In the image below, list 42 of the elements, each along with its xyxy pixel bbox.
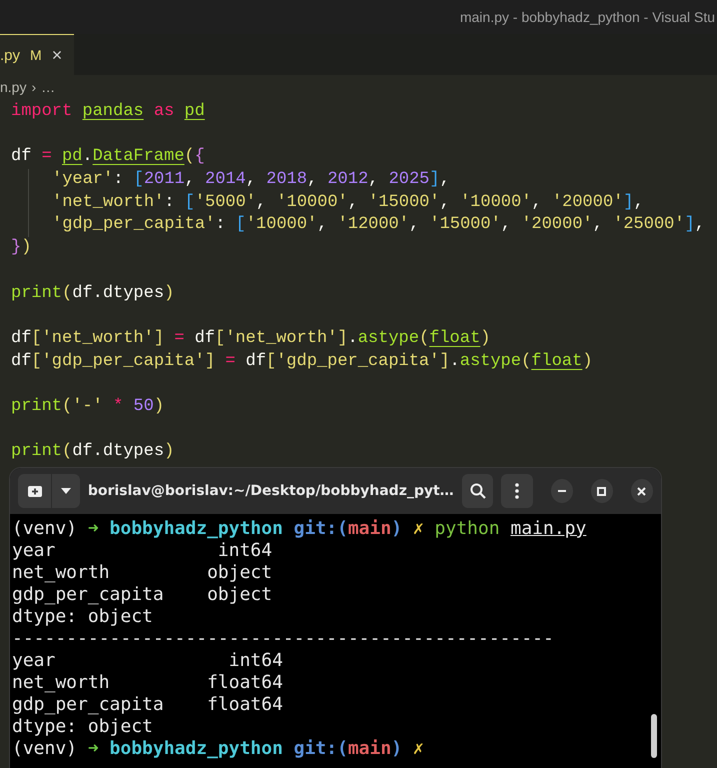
modified-label: M [30, 47, 42, 63]
new-tab-button[interactable] [18, 474, 52, 508]
terminal-title: borislav@borislav:~/Desktop/bobbyhadz_pyt… [88, 483, 454, 499]
code-line: df['net_worth'] = df['net_worth'].astype(float) [11, 328, 492, 350]
terminal-line: -------------------------------------------------- [12, 628, 555, 650]
close-icon [637, 486, 646, 496]
minimize-button[interactable] [550, 479, 573, 503]
new-tab-icon [26, 484, 43, 498]
code-line: print(df.dtypes) [11, 282, 176, 304]
terminal-line: dtype: object [12, 716, 154, 738]
code-line: print('-' * 50) [11, 396, 166, 418]
maximize-button[interactable] [590, 479, 613, 503]
terminal-line: net_worth object [12, 562, 274, 584]
terminal-line: dtype: object [12, 606, 154, 628]
dropdown-button[interactable] [52, 474, 80, 508]
breadcrumb-separator: › [31, 79, 36, 95]
terminal-line: (venv) ➜ bobbyhadz_python git:(main) ✗ python main.py [12, 518, 588, 540]
breadcrumb-file[interactable]: n.py [0, 79, 26, 95]
maximize-icon [597, 486, 606, 496]
scrollbar-thumb[interactable] [651, 714, 657, 758]
close-button[interactable] [630, 479, 653, 503]
terminal-line: net_worth float64 [12, 672, 284, 694]
menu-button[interactable] [501, 474, 533, 508]
terminal-line: year int64 [12, 540, 274, 562]
search-icon [470, 483, 486, 499]
window-title: main.py - bobbyhadz_python - Visual Stu [460, 9, 715, 25]
terminal-line: (venv) ➜ bobbyhadz_python git:(main) ✗ [12, 738, 425, 760]
code-line: df['gdp_per_capita'] = df['gdp_per_capita'].astype(float) [11, 350, 594, 373]
close-tab-button[interactable]: × [52, 46, 62, 64]
editor-tab[interactable]: .py M × [0, 34, 74, 75]
search-button[interactable] [462, 474, 494, 508]
menu-icon [514, 483, 519, 499]
terminal-line: gdp_per_capita float64 [12, 694, 284, 716]
minimize-icon [558, 490, 566, 492]
code-line: df = pd.DataFrame({ [11, 146, 206, 168]
breadcrumb-more[interactable]: … [41, 79, 56, 95]
code-line: print(df.dtypes) [11, 441, 176, 464]
terminal-line: year int64 [12, 650, 284, 672]
code-line: import pandas as pd [11, 101, 206, 123]
terminal-line: gdp_per_capita object [12, 584, 274, 606]
caret-icon [61, 488, 71, 494]
code-line: }) [11, 237, 32, 260]
